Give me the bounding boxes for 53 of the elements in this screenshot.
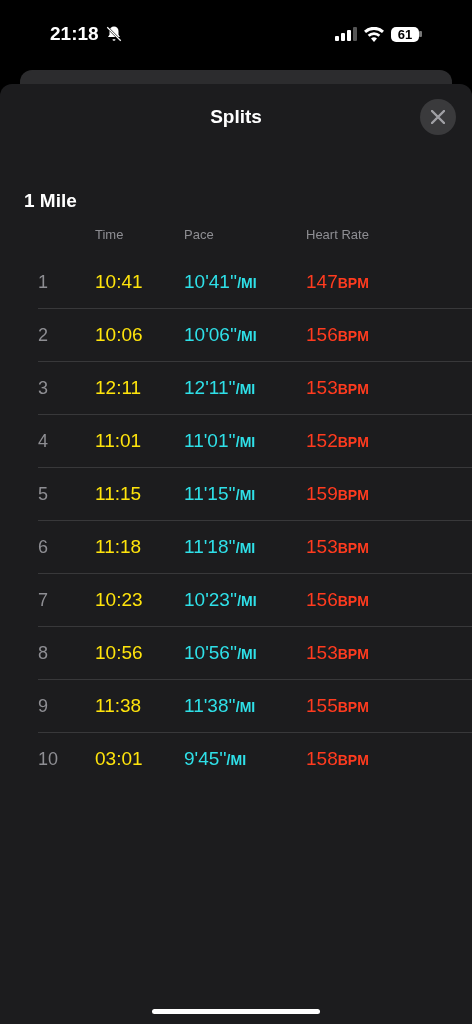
split-pace: 9'45''/MI: [184, 747, 248, 772]
split-time: 11:15: [95, 481, 143, 506]
split-heart-rate: 152BPM: [306, 428, 369, 453]
wifi-icon: [364, 26, 384, 42]
split-number: 3: [38, 376, 49, 400]
split-time: 11:18: [95, 534, 143, 559]
split-number: 9: [38, 694, 49, 718]
split-pace: 11'01''/MI: [184, 428, 257, 453]
split-time: 10:41: [95, 269, 144, 294]
split-number: 8: [38, 641, 49, 665]
battery-tip-icon: [419, 31, 422, 37]
split-time: 10:56: [95, 640, 144, 665]
split-pace: 12'11''/MI: [184, 375, 257, 400]
split-heart-rate: 158BPM: [306, 747, 369, 772]
split-heart-rate: 156BPM: [306, 587, 369, 612]
split-heart-rate: 156BPM: [306, 322, 369, 347]
split-number: 4: [38, 429, 49, 453]
split-heart-rate: 153BPM: [306, 375, 369, 400]
split-number: 1: [38, 270, 49, 294]
split-number: 10: [38, 748, 60, 771]
split-time: 11:38: [95, 693, 143, 718]
split-pace: 11'15''/MI: [184, 481, 257, 506]
split-heart-rate: 153BPM: [306, 640, 369, 665]
close-button[interactable]: [420, 99, 456, 135]
sheet-title: Splits: [210, 104, 262, 129]
bell-off-icon: [104, 25, 123, 43]
split-pace: 10'41''/MI: [184, 269, 258, 294]
split-number: 7: [38, 588, 49, 612]
close-icon: [431, 110, 445, 124]
clock: 21:18: [50, 21, 99, 46]
split-heart-rate: 147BPM: [306, 269, 369, 294]
split-time: 03:01: [95, 747, 144, 772]
split-pace: 10'56''/MI: [184, 640, 258, 665]
split-heart-rate: 159BPM: [306, 481, 369, 506]
split-pace: 10'23''/MI: [184, 587, 258, 612]
split-pace: 11'18''/MI: [184, 534, 257, 559]
split-time: 10:06: [95, 322, 144, 347]
column-header: Pace: [184, 225, 215, 244]
section-title: 1 Mile: [24, 190, 77, 211]
battery-level: 61: [391, 26, 419, 42]
split-time: 10:23: [95, 587, 144, 612]
split-heart-rate: 153BPM: [306, 534, 369, 559]
split-time: 12:11: [95, 375, 143, 400]
split-number: 2: [38, 323, 49, 347]
split-time: 11:01: [95, 428, 143, 453]
split-pace: 11'38''/MI: [184, 693, 257, 718]
split-number: 5: [38, 482, 49, 506]
signal-icon: [335, 27, 357, 41]
column-header: Heart Rate: [306, 225, 369, 244]
column-header: Time: [95, 225, 125, 244]
split-heart-rate: 155BPM: [306, 693, 369, 718]
split-pace: 10'06''/MI: [184, 322, 258, 347]
split-number: 6: [38, 535, 49, 559]
